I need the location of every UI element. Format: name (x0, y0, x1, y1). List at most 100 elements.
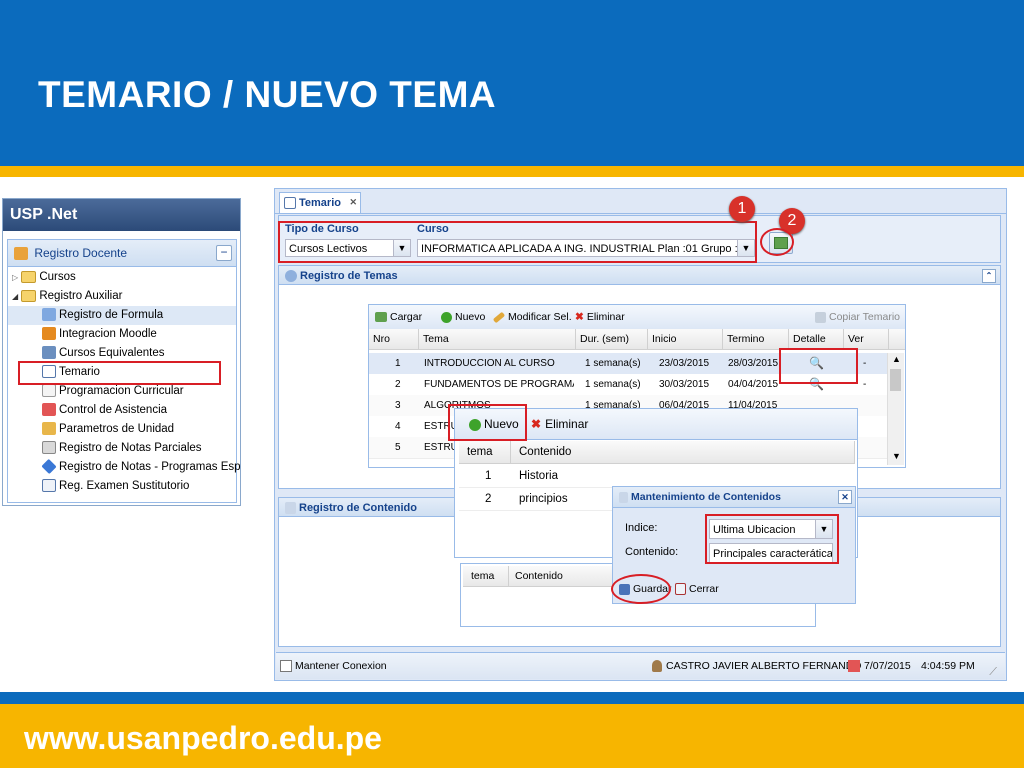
tab-temario[interactable]: Temario ✕ (279, 192, 361, 214)
cargar-label: Cargar (390, 311, 423, 323)
nuevo-tema-label: Nuevo (455, 311, 486, 323)
registro-temas-header[interactable]: Registro de Temas ⌃ (278, 265, 1001, 285)
document-search-icon (285, 502, 296, 515)
refresh-icon (285, 270, 297, 283)
footer-url: www.usanpedro.edu.pe (24, 720, 382, 756)
col-nro[interactable]: Nro (369, 329, 419, 349)
moodle-icon (42, 327, 56, 341)
edit-icon (284, 197, 296, 210)
modificar-button[interactable]: Modificar Sel. (492, 305, 572, 329)
col-dur[interactable]: Dur. (sem) (576, 329, 648, 349)
cell-dur: 1 semana(s) (585, 379, 641, 390)
nuevo-highlight (448, 404, 527, 441)
form-icon (42, 479, 56, 493)
cell-nro: 5 (395, 442, 401, 453)
close-doc-icon (675, 583, 686, 596)
calendar-icon (848, 660, 860, 672)
table-row[interactable]: 1 Historia (459, 465, 855, 488)
dialog-fields-highlight (705, 514, 839, 564)
folder-open-icon (21, 289, 37, 302)
cell-contenido: principios (519, 493, 568, 505)
cell-dur: 1 semana(s) (585, 358, 641, 369)
dialog-titlebar[interactable]: Mantenimiento de Contenidos ✕ (613, 487, 855, 508)
col-contenido[interactable]: Contenido (511, 441, 855, 463)
user-name: CASTRO JAVIER ALBERTO FERNANDO (666, 660, 862, 672)
delete-icon: ✖ (575, 311, 584, 323)
chevron-down-icon[interactable]: ◢ (12, 292, 18, 301)
status-time: 4:04:59 PM (921, 660, 975, 672)
tab-divider (275, 213, 1006, 214)
nuevo-tema-button[interactable]: Nuevo (441, 305, 485, 329)
tree-item-notas-programas[interactable]: Registro de Notas - Programas Esp (41, 458, 241, 477)
tree-item-registro-auxiliar[interactable]: ◢ Registro Auxiliar (12, 287, 122, 306)
col-ver[interactable]: Ver (844, 329, 889, 349)
cell-termino: 28/03/2015 (728, 358, 779, 369)
tree-item-label: Registro de Notas - Programas Esp (59, 461, 241, 473)
eliminar-tema-label: Eliminar (586, 311, 625, 323)
tree-item-label: Control de Asistencia (59, 404, 168, 416)
box-icon (42, 422, 56, 436)
cell-nro: 1 (395, 358, 401, 369)
scroll-up-icon[interactable]: ▲ (892, 354, 901, 364)
tree-item-registro-formula[interactable]: Registro de Formula (8, 306, 236, 325)
slide-title: TEMARIO / NUEVO TEMA (38, 74, 497, 115)
tree-item-label: Cursos (39, 271, 76, 283)
equivalents-icon (42, 346, 56, 360)
detalle-highlight (779, 348, 858, 384)
minus-icon[interactable]: − (216, 245, 232, 261)
copiar-temario-button[interactable]: Copiar Temario (815, 305, 900, 329)
tree-item-parametros-unidad[interactable]: Parametros de Unidad (42, 420, 174, 439)
tree-item-label: Programacion Curricular (59, 385, 184, 397)
close-icon[interactable]: ✕ (838, 490, 852, 504)
col-tema[interactable]: tema (459, 441, 511, 463)
tree-item-label: Registro Auxiliar (39, 290, 123, 302)
col-tema[interactable]: tema (463, 566, 509, 586)
copiar-temario-label: Copiar Temario (829, 311, 901, 323)
scroll-down-icon[interactable]: ▼ (892, 451, 901, 461)
tree-item-label: Cursos Equivalentes (59, 347, 165, 359)
col-detalle[interactable]: Detalle (789, 329, 844, 349)
copy-icon (815, 311, 826, 323)
sidebar-panel: USP .Net Registro Docente − ▷ Cursos ◢ R… (2, 198, 241, 506)
cargar-button[interactable]: Cargar (375, 305, 422, 329)
cell-ver: - (863, 358, 867, 369)
col-termino[interactable]: Termino (723, 329, 789, 349)
tree-item-label: Registro de Notas Parciales (59, 442, 202, 454)
tree-item-examen-sustitutorio[interactable]: Reg. Examen Sustitutorio (42, 477, 189, 496)
cell-inicio: 30/03/2015 (659, 379, 710, 390)
registro-docente-icon (14, 247, 28, 261)
chevron-right-icon[interactable]: ▷ (12, 273, 18, 282)
load-button-highlight (760, 228, 794, 256)
cell-nro: 4 (395, 421, 401, 432)
eliminar-contenido-button[interactable]: ✖ Eliminar (531, 412, 588, 436)
cerrar-button[interactable]: Cerrar (675, 580, 719, 598)
col-tema[interactable]: Tema (419, 329, 576, 349)
scroll-thumb[interactable] (890, 369, 901, 391)
load-icon (375, 312, 387, 323)
registro-docente-title: Registro Docente (34, 246, 128, 260)
eliminar-contenido-label: Eliminar (545, 417, 589, 431)
status-bar: Mantener Conexion CASTRO JAVIER ALBERTO … (276, 652, 1005, 679)
course-filter-highlight (278, 221, 757, 263)
resize-grip-icon[interactable]: ⟋ (989, 659, 997, 685)
collapse-icon[interactable]: ⌃ (982, 269, 996, 283)
cell-tema: INTRODUCCION AL CURSO (424, 358, 555, 369)
tree-item-cursos[interactable]: ▷ Cursos (12, 268, 76, 287)
footer-stripe (0, 692, 1024, 704)
tree-item-label: Parametros de Unidad (59, 423, 175, 435)
eliminar-tema-button[interactable]: ✖ Eliminar (575, 305, 625, 329)
step-badge-1: 1 (729, 196, 755, 222)
col-inicio[interactable]: Inicio (648, 329, 723, 349)
contenido-grid-header: tema Contenido (459, 441, 855, 464)
tree-item-integracion-moodle[interactable]: Integracion Moodle (42, 325, 157, 344)
tree-item-notas-parciales[interactable]: Registro de Notas Parciales (42, 439, 202, 458)
close-icon[interactable]: ✕ (349, 192, 357, 213)
registro-docente-header[interactable]: Registro Docente − (8, 240, 236, 267)
tree-item-control-asistencia[interactable]: Control de Asistencia (42, 401, 167, 420)
guardar-highlight (611, 574, 671, 604)
vertical-scrollbar[interactable]: ▲ ▼ (887, 353, 904, 465)
cell-contenido: Historia (519, 470, 558, 482)
keep-connection-checkbox[interactable] (280, 660, 292, 672)
tab-label: Temario (299, 197, 341, 209)
document-icon (42, 384, 56, 398)
